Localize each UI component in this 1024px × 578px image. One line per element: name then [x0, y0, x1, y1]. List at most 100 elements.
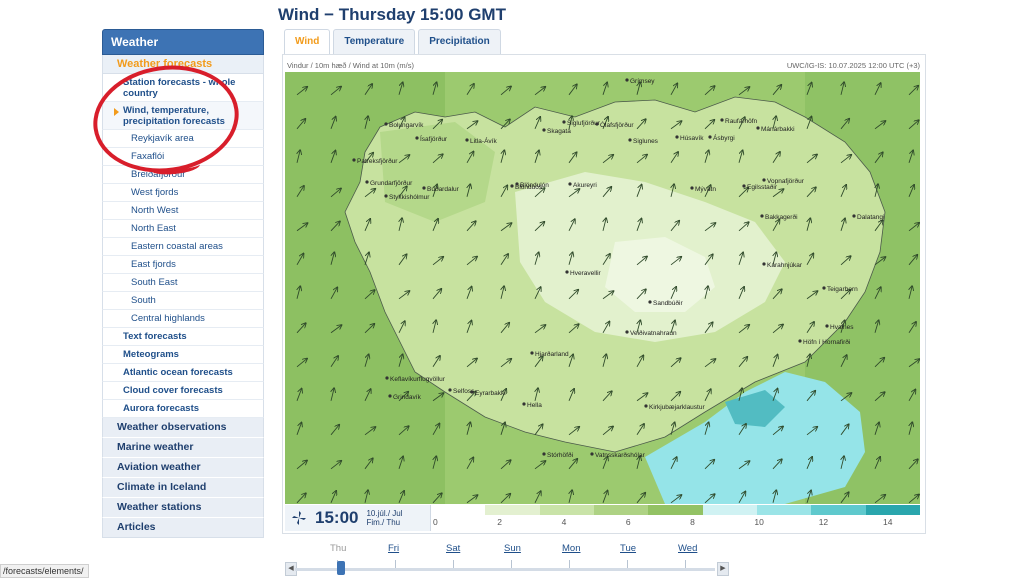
- place-label: Kirkjubæjarklaustur: [649, 404, 705, 411]
- forecast-tabs: Wind Temperature Precipitation: [284, 29, 501, 55]
- place-label: Hella: [527, 402, 542, 409]
- day-mon[interactable]: Mon: [562, 543, 580, 554]
- sidebar-subheader[interactable]: Weather forecasts: [102, 55, 264, 74]
- place-dot: [822, 286, 826, 290]
- place-label: Teigarhorn: [827, 286, 858, 293]
- wind-map[interactable]: Grímsey Bolungarvík Ísafjörður Litla-Ávík Sk…: [285, 72, 920, 504]
- place-dot: [565, 270, 569, 274]
- map-caption-model-run: UWC/IG-IS: 10.07.2025 12:00 UTC (+3): [786, 61, 920, 70]
- place-dot: [625, 78, 629, 82]
- place-dot: [388, 394, 392, 398]
- sidebar-item-central-highlands[interactable]: Central highlands: [102, 310, 264, 328]
- sidebar-section-marine-weather[interactable]: Marine weather: [102, 438, 264, 458]
- place-dot: [422, 186, 426, 190]
- legend-tick: 14: [883, 517, 893, 527]
- place-label: Ásbyrgi: [713, 133, 735, 142]
- sidebar-item-north-east[interactable]: North East: [102, 220, 264, 238]
- sidebar-item-cloud-cover[interactable]: Cloud cover forecasts: [102, 382, 264, 400]
- place-label: Grindavík: [393, 394, 422, 401]
- day-fri[interactable]: Fri: [388, 543, 399, 554]
- legend-tick: 2: [497, 517, 503, 527]
- legend-tick: 12: [818, 517, 829, 527]
- sidebar-item-faxafloi[interactable]: Faxaflói: [102, 148, 264, 166]
- sidebar-item-reykjavik-area[interactable]: Reykjavík area: [102, 130, 264, 148]
- sidebar-item-station-forecasts[interactable]: Station forecasts - whole country: [102, 74, 264, 102]
- day-thu[interactable]: Thu: [330, 543, 346, 554]
- tab-temperature[interactable]: Temperature: [333, 29, 416, 54]
- legend-tick: 0: [433, 517, 438, 527]
- sidebar-item-meteograms[interactable]: Meteograms: [102, 346, 264, 364]
- sidebar-section-articles[interactable]: Articles: [102, 518, 264, 538]
- place-dot: [742, 184, 746, 188]
- place-dot: [762, 262, 766, 266]
- time-slider-track[interactable]: [295, 568, 715, 571]
- legend-color-7: [811, 505, 866, 515]
- place-dot: [515, 182, 519, 186]
- sidebar-item-north-west[interactable]: North West: [102, 202, 264, 220]
- tab-precipitation[interactable]: Precipitation: [418, 29, 501, 54]
- place-label: Akureyri: [573, 182, 597, 189]
- time-slider-handle[interactable]: [337, 561, 345, 575]
- sidebar-section-climate[interactable]: Climate in Iceland: [102, 478, 264, 498]
- legend-date: 10.júl./ Jul Fim./ Thu: [366, 509, 403, 527]
- legend-tick: 10: [754, 517, 764, 527]
- sidebar-item-east-fjords[interactable]: East fjords: [102, 256, 264, 274]
- place-dot: [648, 300, 652, 304]
- sidebar-item-atlantic-ocean[interactable]: Atlantic ocean forecasts: [102, 364, 264, 382]
- sidebar-item-text-forecasts[interactable]: Text forecasts: [102, 328, 264, 346]
- sidebar: Weather Weather forecasts Station foreca…: [102, 29, 264, 538]
- place-label: Bakkagerði: [765, 213, 798, 221]
- day-sat[interactable]: Sat: [446, 543, 460, 554]
- place-dot: [385, 376, 389, 380]
- scroll-right-button[interactable]: ▶: [717, 562, 729, 576]
- place-dot: [415, 136, 419, 140]
- page-title: Wind − Thursday 15:00 GMT: [278, 5, 506, 24]
- place-label: Ísafjörður: [420, 134, 448, 143]
- place-dot: [465, 138, 469, 142]
- tab-wind[interactable]: Wind: [284, 29, 331, 55]
- place-label: Litla-Ávík: [470, 136, 497, 145]
- legend-tick: 8: [690, 517, 695, 527]
- sidebar-item-eastern-coastal[interactable]: Eastern coastal areas: [102, 238, 264, 256]
- place-label: Hveravellir: [570, 270, 602, 277]
- sidebar-section-weather-observations[interactable]: Weather observations: [102, 418, 264, 438]
- place-label: Skagatá: [547, 128, 571, 135]
- place-dot: [760, 214, 764, 218]
- sidebar-item-south[interactable]: South: [102, 292, 264, 310]
- sidebar-header[interactable]: Weather: [102, 29, 264, 55]
- legend-color-6: [756, 505, 812, 515]
- place-dot: [756, 126, 760, 130]
- place-dot: [644, 404, 648, 408]
- place-label: Húsavík: [680, 135, 704, 142]
- place-label: Mývatn: [695, 186, 716, 193]
- place-dot: [542, 128, 546, 132]
- day-sun[interactable]: Sun: [504, 543, 521, 554]
- place-dot: [448, 388, 452, 392]
- legend-color-8: [865, 505, 920, 515]
- place-label: Raufarhöfn: [725, 118, 758, 125]
- day-tue[interactable]: Tue: [620, 543, 636, 554]
- sidebar-item-south-east[interactable]: South East: [102, 274, 264, 292]
- place-label: Stykkishólmur: [389, 194, 430, 201]
- place-dot: [510, 184, 514, 188]
- place-label: Keflavíkurflugvöllur: [390, 376, 446, 383]
- place-dot: [365, 180, 369, 184]
- place-dot: [470, 390, 474, 394]
- place-dot: [522, 402, 526, 406]
- wind-legend: 15:00 10.júl./ Jul Fim./ Thu 0 2 4 6 8 10 12 14: [285, 505, 920, 531]
- legend-tick: 4: [561, 517, 567, 527]
- sidebar-item-aurora[interactable]: Aurora forecasts: [102, 400, 264, 418]
- place-dot: [595, 122, 599, 126]
- place-label: Patreksfjörður: [357, 157, 398, 165]
- place-dot: [384, 194, 388, 198]
- legend-time: 15:00: [315, 508, 359, 527]
- place-label: Eyrarbakki: [475, 390, 506, 397]
- day-wed[interactable]: Wed: [678, 543, 697, 554]
- sidebar-section-aviation-weather[interactable]: Aviation weather: [102, 458, 264, 478]
- place-label: Hjarðarland: [535, 350, 569, 358]
- sidebar-section-weather-stations[interactable]: Weather stations: [102, 498, 264, 518]
- sidebar-item-west-fjords[interactable]: West fjords: [102, 184, 264, 202]
- place-dot: [625, 330, 629, 334]
- sidebar-item-wind-temp-precip[interactable]: Wind, temperature, precipitation forecas…: [102, 102, 264, 130]
- sidebar-item-breidafjordur[interactable]: Breiðafjörður: [102, 166, 264, 184]
